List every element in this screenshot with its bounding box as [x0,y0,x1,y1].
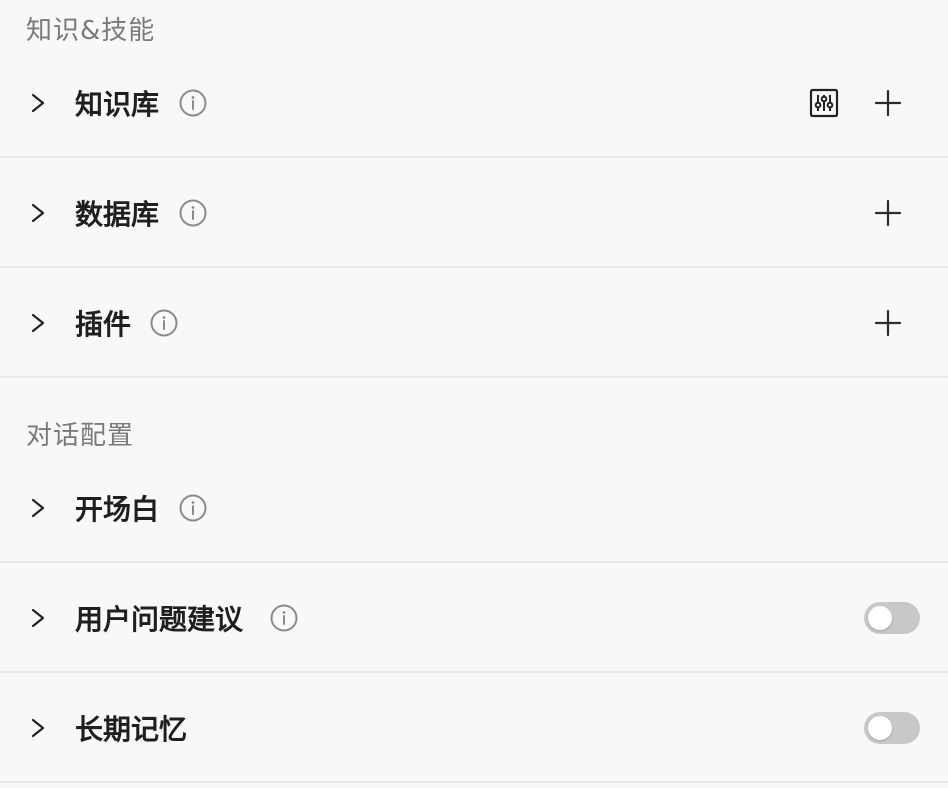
row-label-long-term-memory: 长期记忆 [75,713,188,746]
row-label-opening-remarks: 开场白 [75,493,160,526]
chevron-right-icon[interactable] [30,717,46,739]
row-opening-remarks[interactable]: 开场白 [0,455,948,563]
section-title-knowledge-skills: 知识&技能 [26,16,156,46]
chevron-right-icon[interactable] [30,497,46,519]
info-icon[interactable] [179,199,207,227]
row-knowledge-base[interactable]: 知识库 [0,50,948,158]
add-plugin-button[interactable] [874,309,902,337]
long-term-memory-toggle[interactable] [864,712,920,744]
chevron-right-icon[interactable] [30,92,46,114]
chevron-right-icon[interactable] [30,607,46,629]
toggle-knob [868,716,892,740]
info-icon[interactable] [179,89,207,117]
info-icon[interactable] [179,494,207,522]
row-question-suggestions[interactable]: 用户问题建议 [0,565,948,673]
section-title-dialog-config: 对话配置 [26,421,135,451]
row-long-term-memory[interactable]: 长期记忆 [0,675,948,783]
row-label-database: 数据库 [75,198,160,231]
row-label-plugins: 插件 [75,308,132,341]
info-icon[interactable] [270,604,298,632]
row-database[interactable]: 数据库 [0,160,948,268]
info-icon[interactable] [150,309,178,337]
row-label-question-suggestions: 用户问题建议 [75,603,244,636]
row-label-knowledge-base: 知识库 [75,88,160,121]
chevron-right-icon[interactable] [30,312,46,334]
add-knowledge-button[interactable] [874,89,902,117]
add-database-button[interactable] [874,199,902,227]
question-suggestions-toggle[interactable] [864,602,920,634]
toggle-knob [868,606,892,630]
chevron-right-icon[interactable] [30,202,46,224]
sliders-icon[interactable] [809,88,839,118]
row-plugins[interactable]: 插件 [0,270,948,378]
